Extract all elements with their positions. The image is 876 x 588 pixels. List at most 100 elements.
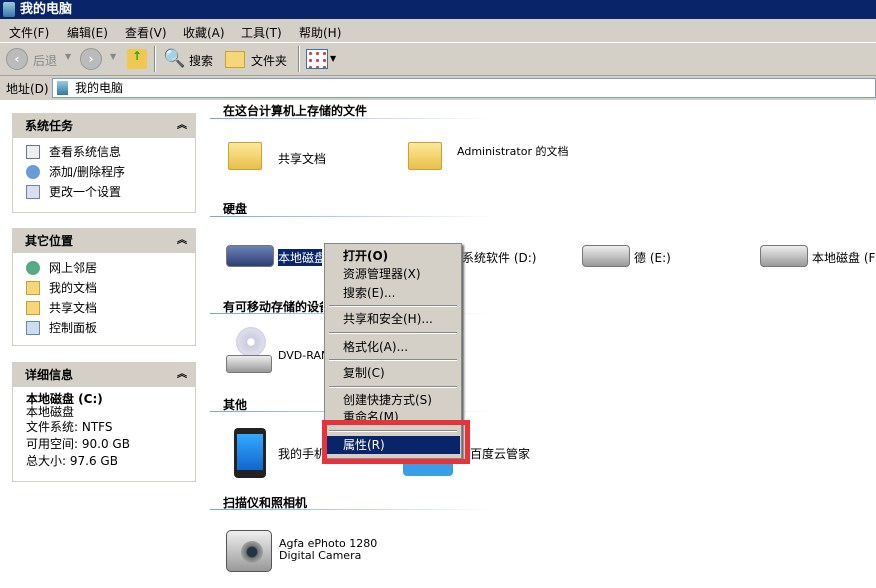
drive-d-label[interactable]: 系统软件 (D:) — [462, 249, 542, 266]
folders-button[interactable]: 文件夹 — [251, 52, 287, 69]
other-places-panel: 其它位置 ︽ 网上邻居 我的文档 共享文档 控制面板 — [12, 228, 196, 346]
add-remove-icon — [26, 165, 40, 179]
address-input[interactable]: 我的电脑 — [52, 78, 876, 98]
dvd-drive-label[interactable]: DVD-RAM 驱动器 — [278, 347, 324, 363]
up-folder-icon[interactable]: ↑ — [127, 49, 147, 69]
address-label: 地址(D) — [6, 82, 49, 96]
menu-separator — [329, 386, 457, 388]
collapse-icon[interactable]: ︽ — [177, 229, 187, 253]
ctx-open[interactable]: 打开(O) — [326, 247, 460, 265]
baidu-cloud-label[interactable]: 百度云管家 — [470, 445, 546, 462]
ctx-explore[interactable]: 资源管理器(X) — [326, 265, 460, 283]
menu-bar: 文件(F) 编辑(E) 查看(V) 收藏(A) 工具(T) 帮助(H) — [0, 19, 876, 43]
task-label: 添加/删除程序 — [49, 165, 126, 179]
views-dropdown-icon[interactable]: ▼ — [330, 54, 336, 63]
computer-icon — [57, 81, 68, 95]
shared-documents-item[interactable] — [228, 142, 262, 170]
ctx-create-shortcut[interactable]: 创建快捷方式(S) — [326, 391, 460, 409]
place-shared-documents[interactable]: 共享文档 — [13, 298, 195, 318]
forward-dropdown-icon[interactable]: ▼ — [110, 52, 116, 61]
window-title: 我的电脑 — [20, 2, 73, 17]
other-places-header[interactable]: 其它位置 ︽ — [13, 229, 195, 253]
camera-icon[interactable] — [226, 530, 272, 572]
item-label[interactable]: Administrator 的文档 — [457, 146, 572, 158]
ctx-copy[interactable]: 复制(C) — [326, 364, 460, 382]
place-control-panel[interactable]: 控制面板 — [13, 318, 195, 338]
detail-free-space: 可用空间: 90.0 GB — [26, 437, 130, 451]
drive-e-label[interactable]: 德 (E:) — [634, 249, 671, 266]
menu-favorites[interactable]: 收藏(A) — [183, 24, 225, 41]
task-add-remove-programs[interactable]: 添加/删除程序 — [13, 162, 195, 182]
admin-documents-item[interactable] — [408, 142, 442, 170]
camera-label[interactable]: Agfa ePhoto 1280 Digital Camera — [279, 538, 377, 562]
place-label: 我的文档 — [49, 281, 98, 295]
menu-file[interactable]: 文件(F) — [9, 24, 49, 41]
place-label: 共享文档 — [49, 301, 98, 315]
menu-view[interactable]: 查看(V) — [125, 24, 167, 41]
documents-folder-icon — [26, 281, 40, 295]
ctx-search[interactable]: 搜索(E)... — [326, 284, 460, 302]
task-view-system-info[interactable]: 查看系统信息 — [13, 142, 195, 162]
back-button[interactable]: 后退 — [33, 52, 57, 69]
section-divider — [210, 509, 495, 510]
section-title: 硬盘 — [223, 202, 248, 216]
place-label: 控制面板 — [49, 321, 98, 335]
hard-disk-icon[interactable] — [226, 245, 274, 267]
dvd-drive-icon[interactable] — [226, 327, 272, 377]
task-label: 查看系统信息 — [49, 145, 122, 159]
network-icon — [26, 261, 40, 275]
title-bar: 我的电脑 — [0, 0, 876, 19]
place-my-documents[interactable]: 我的文档 — [13, 278, 195, 298]
menu-edit[interactable]: 编辑(E) — [67, 24, 108, 41]
drive-c-label[interactable]: 本地磁盘 (C:) — [278, 249, 322, 266]
folders-icon — [225, 51, 245, 68]
back-dropdown-icon[interactable]: ▼ — [65, 52, 71, 61]
place-label: 网上邻居 — [49, 261, 98, 275]
folder-icon — [408, 142, 442, 170]
drive-f-label[interactable]: 本地磁盘 (F:) — [812, 249, 876, 266]
folder-icon — [26, 301, 40, 315]
menu-help[interactable]: 帮助(H) — [299, 24, 341, 41]
views-icon[interactable] — [306, 49, 328, 69]
system-tasks-header[interactable]: 系统任务 ︽ — [13, 114, 195, 138]
folder-icon — [228, 142, 262, 170]
search-button[interactable]: 搜索 — [189, 52, 213, 69]
system-info-icon — [26, 145, 40, 159]
item-label[interactable]: 共享文档 — [278, 150, 326, 167]
details-header[interactable]: 详细信息 ︽ — [13, 363, 195, 387]
details-panel: 详细信息 ︽ 本地磁盘 (C:) 本地磁盘 文件系统: NTFS 可用空间: 90… — [12, 362, 196, 482]
highlight-annotation-box — [322, 420, 470, 464]
forward-arrow-icon[interactable]: › — [80, 48, 102, 70]
baidu-cloud-icon[interactable] — [403, 462, 453, 476]
phone-icon[interactable] — [234, 428, 266, 478]
toolbar: ‹ 后退 ▼ › ▼ ↑ 🔍 搜索 文件夹 ▼ — [0, 43, 876, 76]
toolbar-separator — [298, 46, 300, 72]
collapse-icon[interactable]: ︽ — [177, 114, 187, 138]
collapse-icon[interactable]: ︽ — [177, 363, 187, 387]
address-bar: 地址(D) 我的电脑 — [0, 76, 876, 100]
system-tasks-panel: 系统任务 ︽ 查看系统信息 添加/删除程序 更改一个设置 — [12, 113, 196, 213]
computer-icon — [3, 2, 15, 17]
section-divider — [210, 118, 495, 119]
camera-label-line2: Digital Camera — [279, 549, 362, 562]
drive-d-text: 系统软件 (D:) — [462, 251, 537, 265]
detail-type: 本地磁盘 — [26, 405, 75, 419]
panel-title: 系统任务 — [25, 119, 74, 133]
menu-separator — [329, 359, 457, 361]
hard-disk-icon[interactable] — [582, 245, 630, 267]
hard-disk-icon[interactable] — [760, 245, 808, 267]
menu-separator — [329, 305, 457, 307]
task-label: 更改一个设置 — [49, 185, 122, 199]
task-change-setting[interactable]: 更改一个设置 — [13, 182, 195, 202]
panel-title: 详细信息 — [25, 368, 74, 382]
place-network[interactable]: 网上邻居 — [13, 258, 195, 278]
phone-label[interactable]: 我的手机 — [278, 445, 324, 462]
search-icon: 🔍 — [163, 48, 186, 69]
back-arrow-icon[interactable]: ‹ — [6, 48, 28, 70]
menu-separator — [329, 332, 457, 334]
ctx-format[interactable]: 格式化(A)... — [326, 338, 460, 356]
task-pane: 系统任务 ︽ 查看系统信息 添加/删除程序 更改一个设置 其它位置 ︽ 网上邻居 我… — [0, 100, 210, 588]
menu-tools[interactable]: 工具(T) — [241, 24, 282, 41]
detail-total-size: 总大小: 97.6 GB — [26, 454, 118, 468]
ctx-sharing-security[interactable]: 共享和安全(H)... — [326, 310, 460, 328]
